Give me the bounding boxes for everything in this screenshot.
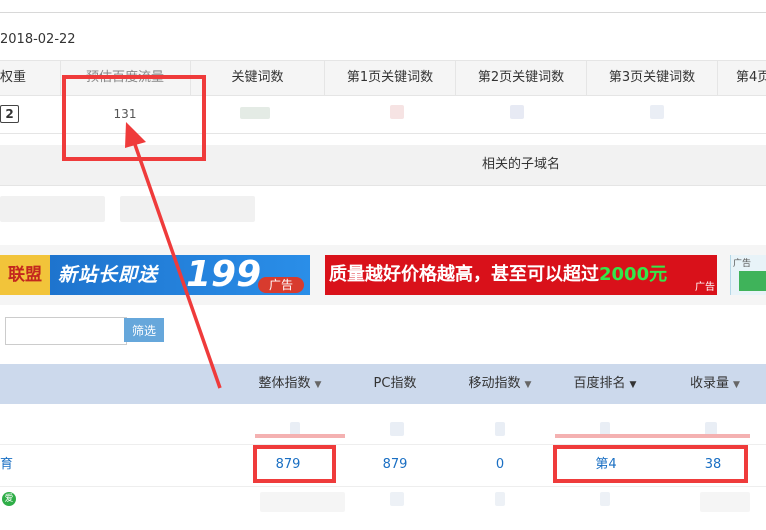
annotation-arrow-icon	[125, 122, 222, 389]
